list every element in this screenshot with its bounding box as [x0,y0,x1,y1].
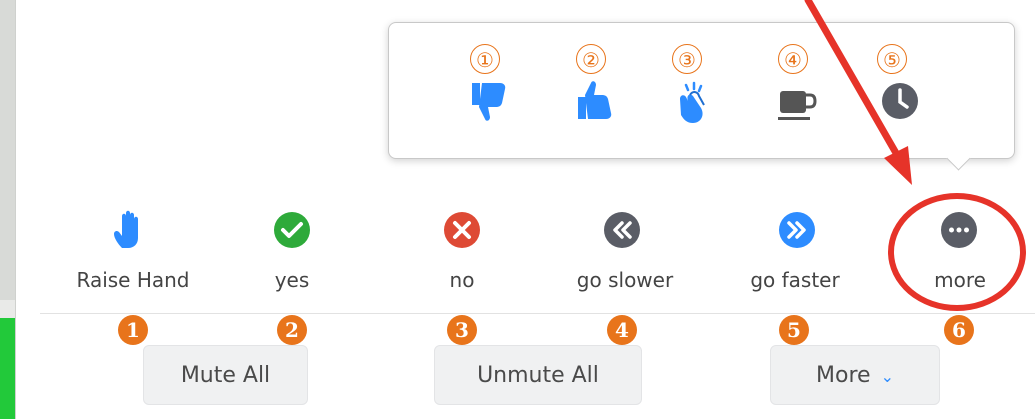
no-label[interactable]: no [382,268,542,292]
coffee-icon[interactable] [774,77,822,125]
popup-number-1: ① [470,44,500,74]
popup-number-5: ⑤ [877,44,907,74]
more-button[interactable]: More ⌄ [770,345,940,405]
mute-all-button[interactable]: Mute All [143,345,308,405]
divider [40,313,1035,314]
annotation-number-5: 5 [779,315,809,345]
annotation-number-6: 6 [944,315,974,345]
highlight-circle [888,193,1026,311]
annotation-number-2: 2 [277,315,307,345]
background-green-edge [0,318,16,419]
raise-hand-label[interactable]: Raise Hand [53,268,213,292]
clap-icon[interactable] [668,77,716,125]
annotation-number-4: 4 [607,315,637,345]
chevron-down-icon: ⌄ [880,367,894,386]
annotation-number-3: 3 [447,315,477,345]
x-icon[interactable] [442,210,482,250]
more-button-label: More [816,363,871,388]
popup-number-3: ③ [672,44,702,74]
rewind-icon[interactable] [602,210,642,250]
unmute-all-button[interactable]: Unmute All [434,345,642,405]
thumbs-up-icon[interactable] [572,77,620,125]
thumbs-down-icon[interactable] [466,77,514,125]
popup-number-2: ② [576,44,606,74]
fast-forward-icon[interactable] [777,210,817,250]
annotation-number-1: 1 [118,315,148,345]
check-icon[interactable] [272,210,312,250]
go-faster-label[interactable]: go faster [715,268,875,292]
clock-icon[interactable] [876,77,924,125]
popup-number-4: ④ [778,44,808,74]
raise-hand-icon[interactable] [112,208,152,252]
go-slower-label[interactable]: go slower [545,268,705,292]
yes-label[interactable]: yes [212,268,372,292]
